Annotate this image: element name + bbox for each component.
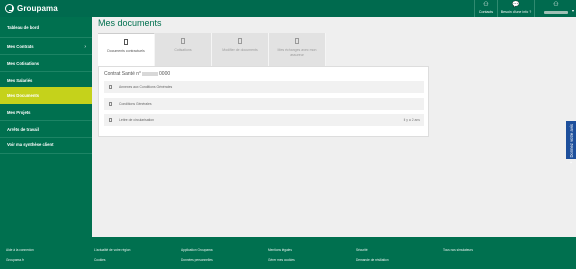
sidebar-item-dashboard[interactable]: Tableau de bord <box>0 19 92 36</box>
footer-link[interactable]: Aide à la connexion <box>6 248 34 252</box>
tab-insurer-exchanges[interactable]: Mes échanges avec mon assureur <box>269 33 326 67</box>
document-icon <box>124 39 128 45</box>
sidebar-item-label: Tableau de bord <box>7 25 40 30</box>
tab-label: Documents contractuels <box>107 49 145 53</box>
document-icon <box>109 118 112 122</box>
account-icon: ⚇ <box>553 2 559 8</box>
footer-link[interactable]: Sécurité <box>356 248 368 252</box>
feedback-tab[interactable]: Donnez votre avis ▪ <box>566 121 576 166</box>
document-icon <box>109 102 112 106</box>
chevron-down-icon: ▾ <box>571 8 574 13</box>
sidebar-item-client-summary[interactable]: Voir ma synthèse client <box>0 136 92 153</box>
feedback-label: Donnez votre avis <box>568 124 574 158</box>
tab-label: Mes échanges avec mon assureur <box>277 48 317 57</box>
sidebar-item-contributions[interactable]: Mes Cotisations <box>0 55 92 72</box>
document-label: Annexes aux Conditions Générales <box>119 85 173 89</box>
footer-link[interactable]: Application Groupama <box>181 248 213 252</box>
groupama-logo[interactable]: Groupama <box>5 3 58 14</box>
document-icon <box>295 38 299 44</box>
info-bubble-icon: 💬 <box>512 2 520 8</box>
sidebar-divider <box>0 153 92 154</box>
document-icon <box>238 38 242 44</box>
footer-link[interactable]: Données personnelles <box>181 258 213 262</box>
groupama-logo-icon <box>5 4 14 13</box>
sidebar-item-label: Mes Salariés <box>7 78 33 83</box>
account-menu[interactable]: ⚇ ▾ <box>534 0 576 17</box>
documents-panel: Contrat Santé n° 0000 Annexes aux Condit… <box>98 66 429 137</box>
document-row[interactable]: Conditions Générales <box>104 98 424 110</box>
contacts-button[interactable]: ⚇ Contacts <box>474 0 497 17</box>
document-label: Lettre de circularisation <box>119 118 155 122</box>
sidebar: Tableau de bord Mes Contrats › Mes Cotisa… <box>0 17 92 237</box>
contract-title: Contrat Santé n° 0000 <box>104 71 170 77</box>
sidebar-item-label: Voir ma synthèse client <box>7 142 54 147</box>
sidebar-item-label: Mes Contrats <box>7 44 34 49</box>
document-date: Il y a 2 ans <box>403 118 420 122</box>
contacts-label: Contacts <box>478 10 494 14</box>
sidebar-item-label: Mes Documents <box>7 93 40 98</box>
tab-contributions[interactable]: Cotisations <box>155 33 212 67</box>
sidebar-item-label: Mes Projets <box>7 110 31 115</box>
document-icon <box>109 85 112 89</box>
footer-link[interactable]: Demande de résiliation <box>356 258 389 262</box>
contacts-icon: ⚇ <box>483 2 489 8</box>
page-title: Mes documents <box>98 18 162 28</box>
sidebar-item-documents[interactable]: Mes Documents <box>0 87 92 104</box>
tab-contract-documents[interactable]: Documents contractuels <box>98 33 155 67</box>
footer: Aide à la connexion Groupama.fr L'actual… <box>0 237 576 269</box>
sidebar-item-label: Mes Cotisations <box>7 61 40 66</box>
info-button[interactable]: 💬 Besoin d'une info ? <box>497 0 534 17</box>
chat-icon: ▪ <box>570 159 572 166</box>
document-label: Conditions Générales <box>119 102 152 106</box>
contract-suffix: 0000 <box>159 71 171 77</box>
footer-link[interactable]: Tous nos simulateurs <box>443 248 473 252</box>
account-name-masked <box>544 11 568 14</box>
footer-link[interactable]: Mentions légales <box>268 248 292 252</box>
sidebar-item-projects[interactable]: Mes Projets <box>0 104 92 121</box>
top-bar: Groupama ⚇ Contacts 💬 Besoin d'une info … <box>0 0 576 17</box>
info-label: Besoin d'une info ? <box>500 10 532 14</box>
tab-label: Cotisations <box>174 48 192 52</box>
document-row[interactable]: Annexes aux Conditions Générales <box>104 81 424 93</box>
sidebar-item-label: Arrêts de travail <box>7 127 39 132</box>
tab-modify-documents[interactable]: Modifier de documents <box>212 33 269 67</box>
footer-link[interactable]: Cookies <box>94 258 106 262</box>
sidebar-item-contracts[interactable]: Mes Contrats › <box>0 38 92 55</box>
contract-prefix: Contrat Santé n° <box>104 71 142 77</box>
document-icon <box>181 38 185 44</box>
footer-link[interactable]: Groupama.fr <box>6 258 24 262</box>
masked-contract-number <box>142 72 159 76</box>
footer-link[interactable]: L'actualité de votre région <box>94 248 130 252</box>
document-row[interactable]: Lettre de circularisation Il y a 2 ans <box>104 114 424 126</box>
footer-link[interactable]: Gérer mes cookies <box>268 258 295 262</box>
chevron-right-icon: › <box>84 43 86 50</box>
document-tabs: Documents contractuels Cotisations Modif… <box>98 33 429 67</box>
brand-name: Groupama <box>17 4 58 13</box>
tab-label: Modifier de documents <box>222 48 258 52</box>
